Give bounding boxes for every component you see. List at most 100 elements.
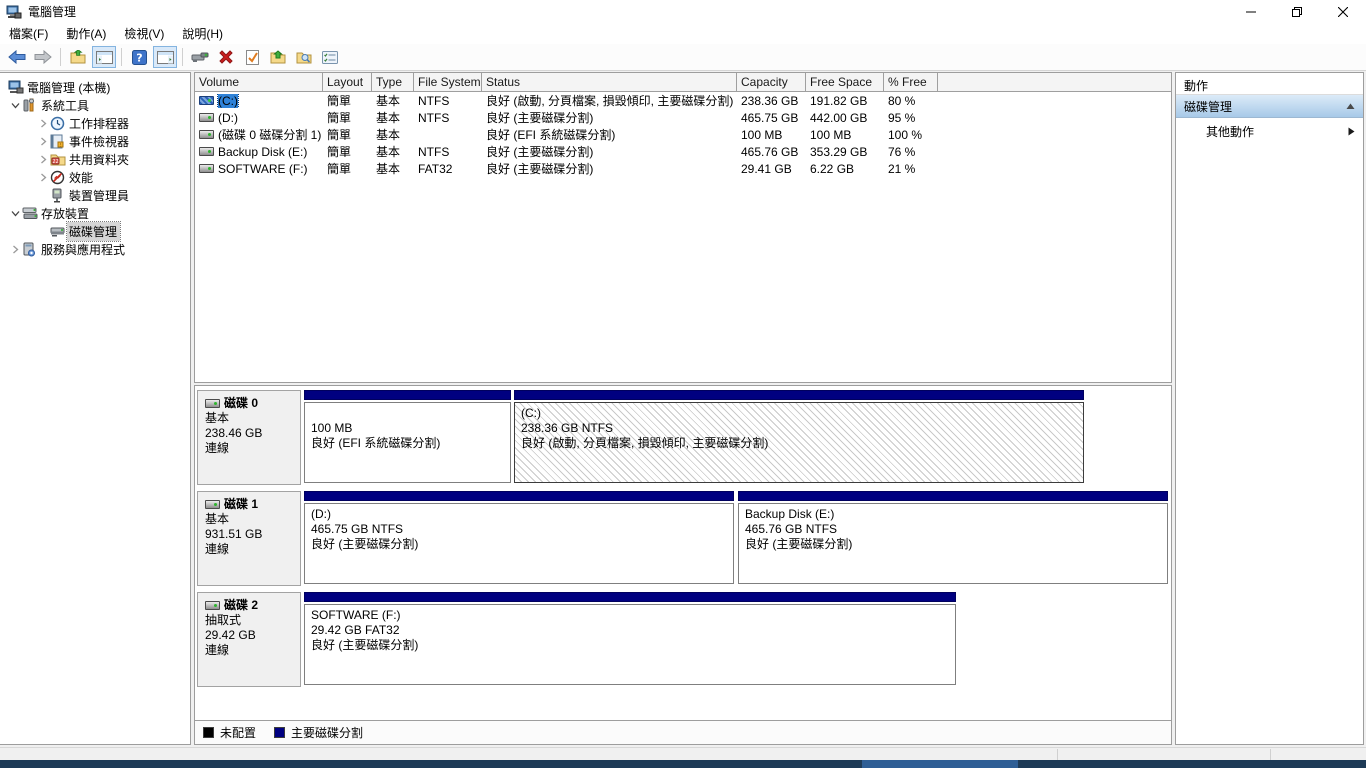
delete-volume-icon[interactable] [214, 46, 238, 68]
sidebar-item-disk-management[interactable]: 磁碟管理 [0, 220, 190, 242]
disk-kind: 基本 [205, 512, 230, 526]
column-header-filesystem[interactable]: File System [414, 73, 482, 91]
table-row-volume-d[interactable]: (D:) 簡單 基本 NTFS 良好 (主要磁碟分割) 465.75 GB 44… [195, 109, 1171, 126]
rescan-disks-icon[interactable] [188, 46, 212, 68]
actions-group-disk-management[interactable]: 磁碟管理 [1176, 95, 1363, 118]
close-button[interactable] [1320, 0, 1366, 23]
more-actions-item[interactable]: 其他動作 [1176, 118, 1363, 144]
menu-view[interactable]: 檢視(V) [115, 23, 173, 44]
submenu-arrow-icon [1348, 127, 1355, 136]
sidebar-item-label: 服務與應用程式 [41, 242, 126, 257]
table-row-volume-e[interactable]: Backup Disk (E:) 簡單 基本 NTFS 良好 (主要磁碟分割) … [195, 143, 1171, 160]
cell-capacity: 100 MB [741, 127, 783, 142]
cell-status: 良好 (主要磁碟分割) [486, 111, 594, 125]
partition-efi[interactable]: 100 MB 良好 (EFI 系統磁碟分割) [304, 390, 511, 485]
sidebar-item-system-tools[interactable]: 系統工具 [0, 96, 190, 114]
partition-c[interactable]: (C:) 238.36 GB NTFS 良好 (啟動, 分頁檔案, 損毀傾印, … [514, 390, 1084, 485]
collapse-arrow-icon[interactable] [1346, 103, 1355, 110]
menu-bar: 檔案(F) 動作(A) 檢視(V) 說明(H) [0, 23, 1366, 44]
volume-name: (D:) [218, 110, 238, 125]
taskbar-active-button[interactable] [862, 760, 1018, 768]
properties-list-icon[interactable] [318, 46, 342, 68]
column-header-volume[interactable]: Volume [195, 73, 323, 91]
folder-up-icon[interactable] [66, 46, 90, 68]
disk-2-label[interactable]: 磁碟 2 抽取式 29.42 GB 連線 [197, 592, 301, 687]
sidebar-item-event-viewer[interactable]: ! 事件檢視器 [0, 132, 190, 150]
chevron-right-icon[interactable] [36, 119, 50, 128]
computer-icon [8, 80, 25, 95]
cell-layout: 簡單 [327, 94, 352, 108]
help-icon[interactable]: ? [127, 46, 151, 68]
column-header-pctfree[interactable]: % Free [884, 73, 938, 91]
cell-free: 100 MB [810, 127, 852, 142]
cell-pct: 100 % [888, 127, 923, 142]
actions-header: 動作 [1176, 73, 1363, 95]
chevron-down-icon[interactable] [8, 209, 22, 218]
disk-band-1: 磁碟 1 基本 931.51 GB 連線 (D:) 465.75 GB NTFS… [195, 490, 1171, 587]
sidebar-item-shared-folders[interactable]: 22 共用資料夾 [0, 150, 190, 168]
disk-0-label[interactable]: 磁碟 0 基本 238.46 GB 連線 [197, 390, 301, 485]
cell-capacity: 29.41 GB [741, 161, 792, 176]
shared-folder-icon: 22 [50, 152, 67, 166]
disk-icon [205, 500, 220, 509]
sidebar-item-storage[interactable]: 存放裝置 [0, 204, 190, 222]
cell-type: 基本 [376, 94, 401, 108]
toolbar-separator [60, 48, 61, 66]
minimize-button[interactable] [1228, 0, 1274, 23]
menu-file[interactable]: 檔案(F) [0, 23, 57, 44]
restore-button[interactable] [1274, 0, 1320, 23]
column-header-type[interactable]: Type [372, 73, 414, 91]
sidebar-item-device-manager[interactable]: 裝置管理員 [0, 186, 190, 204]
taskbar[interactable] [0, 760, 1366, 768]
svg-text:22: 22 [52, 159, 58, 165]
partition-name [311, 406, 510, 421]
sidebar-item-label: 事件檢視器 [69, 134, 130, 149]
sidebar-item-task-scheduler[interactable]: 工作排程器 [0, 114, 190, 132]
sidebar-item-label: 效能 [69, 170, 94, 185]
partition-e[interactable]: Backup Disk (E:) 465.76 GB NTFS 良好 (主要磁碟… [738, 491, 1168, 586]
folder-open-icon[interactable] [266, 46, 290, 68]
chevron-right-icon[interactable] [8, 245, 22, 254]
volume-list-header: Volume Layout Type File System Status Ca… [195, 73, 1171, 92]
table-row-volume-efi[interactable]: (磁碟 0 磁碟分割 1) 簡單 基本 良好 (EFI 系統磁碟分割) 100 … [195, 126, 1171, 143]
disk-icon [205, 601, 220, 610]
cell-layout: 簡單 [327, 162, 352, 176]
chevron-right-icon[interactable] [36, 155, 50, 164]
table-row-volume-c[interactable]: (C:) 簡單 基本 NTFS 良好 (啟動, 分頁檔案, 損毀傾印, 主要磁碟… [195, 92, 1171, 109]
forward-icon[interactable] [31, 46, 55, 68]
partition-d[interactable]: (D:) 465.75 GB NTFS 良好 (主要磁碟分割) [304, 491, 734, 586]
back-icon[interactable] [5, 46, 29, 68]
explore-folder-icon[interactable] [292, 46, 316, 68]
statusbar-divider [1270, 749, 1271, 760]
partition-size: 465.76 GB NTFS [745, 522, 838, 536]
sidebar-item-services-applications[interactable]: 服務與應用程式 [0, 240, 190, 258]
menu-action[interactable]: 動作(A) [57, 23, 115, 44]
menu-help[interactable]: 說明(H) [173, 23, 232, 44]
column-header-freespace[interactable]: Free Space [806, 73, 884, 91]
sidebar-item-label: 共用資料夾 [69, 152, 130, 167]
chevron-down-icon[interactable] [8, 101, 22, 110]
volume-disk-icon [199, 147, 214, 156]
table-row-volume-f[interactable]: SOFTWARE (F:) 簡單 基本 FAT32 良好 (主要磁碟分割) 29… [195, 160, 1171, 177]
console-tree-icon[interactable] [92, 46, 116, 68]
chevron-right-icon[interactable] [36, 137, 50, 146]
sidebar-item-computer-management[interactable]: 電腦管理 (本機) [0, 78, 190, 96]
sidebar-item-label: 存放裝置 [41, 206, 90, 221]
cell-capacity: 238.36 GB [741, 93, 799, 108]
cell-pct: 21 % [888, 161, 916, 176]
column-header-layout[interactable]: Layout [323, 73, 372, 91]
volume-name: SOFTWARE (F:) [218, 161, 308, 176]
sidebar-item-label: 工作排程器 [69, 116, 130, 131]
column-header-status[interactable]: Status [482, 73, 737, 91]
action-pane-icon[interactable] [153, 46, 177, 68]
partition-f[interactable]: SOFTWARE (F:) 29.42 GB FAT32 良好 (主要磁碟分割) [304, 592, 956, 687]
partition-size: 238.36 GB NTFS [521, 421, 614, 435]
sidebar-item-performance[interactable]: 效能 [0, 168, 190, 186]
column-header-capacity[interactable]: Capacity [737, 73, 806, 91]
cell-type: 基本 [376, 162, 401, 176]
partition-color-bar [514, 390, 1084, 400]
chevron-right-icon[interactable] [36, 173, 50, 182]
disk-1-label[interactable]: 磁碟 1 基本 931.51 GB 連線 [197, 491, 301, 586]
check-document-icon[interactable] [240, 46, 264, 68]
volume-disk-icon [199, 113, 214, 122]
